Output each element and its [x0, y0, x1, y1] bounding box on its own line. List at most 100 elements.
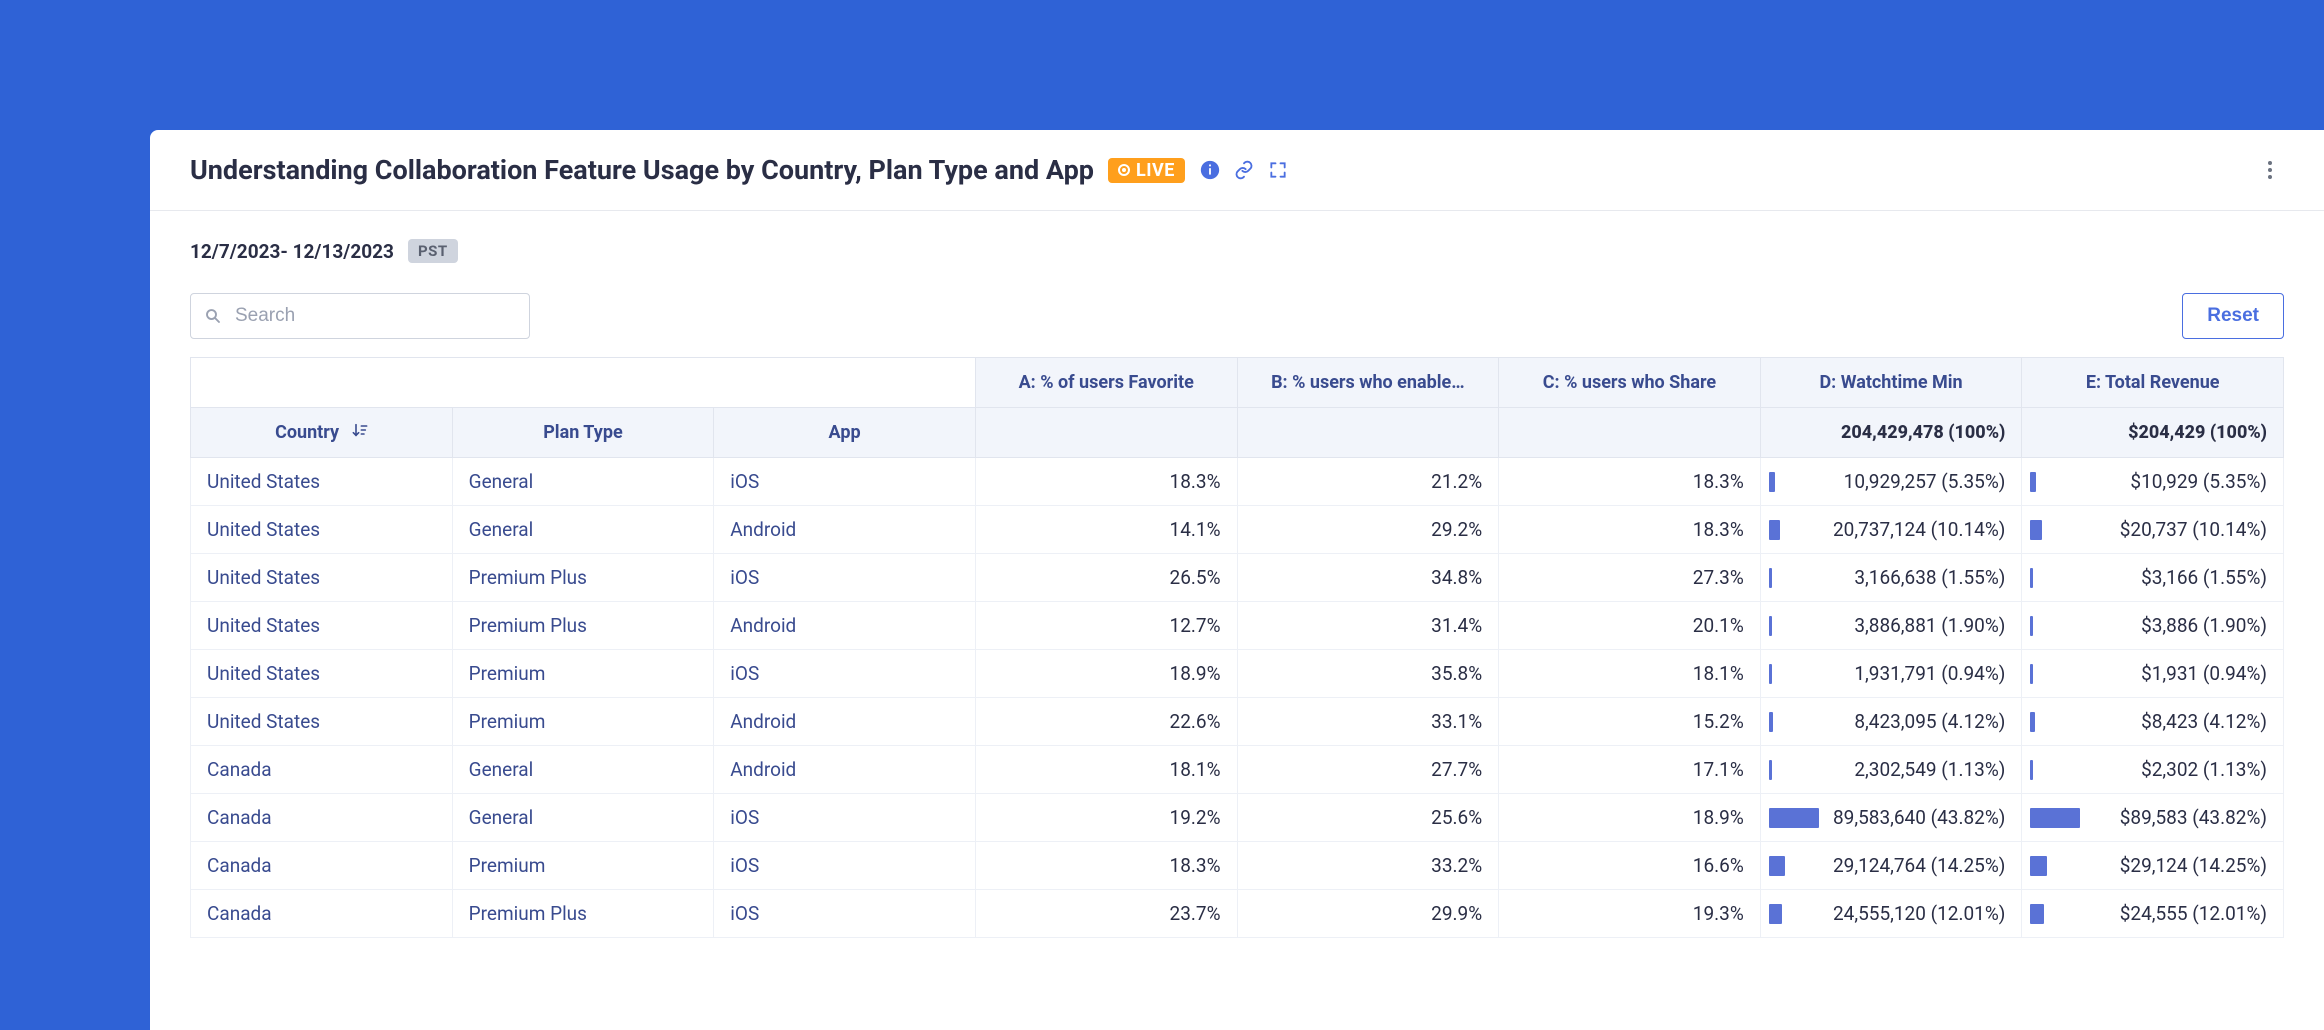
- cell-d-value: 24,555,120 (12.01%): [1833, 902, 2005, 925]
- sub-bar: 12/7/2023- 12/13/2023 PST: [150, 211, 2324, 263]
- cell-a: 23.7%: [975, 890, 1237, 938]
- sort-desc-icon: [352, 423, 368, 442]
- col-e-summary: $204,429 (100%): [2022, 408, 2284, 458]
- cell-c: 17.1%: [1499, 746, 1761, 794]
- cell-app: iOS: [714, 650, 976, 698]
- metric-bar: [2030, 760, 2033, 780]
- cell-b: 29.9%: [1237, 890, 1499, 938]
- table-row[interactable]: CanadaPremium PlusiOS23.7%29.9%19.3%24,5…: [191, 890, 2284, 938]
- cell-e-value: $24,555 (12.01%): [2120, 902, 2267, 925]
- data-table-wrap: A: % of users Favorite B: % users who en…: [150, 357, 2324, 938]
- col-plan-header[interactable]: Plan Type: [452, 408, 714, 458]
- cell-country: Canada: [191, 890, 453, 938]
- link-icon[interactable]: [1233, 159, 1255, 181]
- metric-bar: [2030, 472, 2036, 492]
- date-range: 12/7/2023- 12/13/2023 PST: [190, 239, 2284, 263]
- cell-e-value: $20,737 (10.14%): [2120, 518, 2267, 541]
- col-d-header[interactable]: D: Watchtime Min: [1760, 358, 2022, 408]
- col-b-header[interactable]: B: % users who enable…: [1237, 358, 1499, 408]
- cell-country: Canada: [191, 746, 453, 794]
- cell-plan: Premium: [452, 698, 714, 746]
- cell-b: 21.2%: [1237, 458, 1499, 506]
- cell-e-value: $3,166 (1.55%): [2141, 566, 2267, 589]
- col-b-summary: [1237, 408, 1499, 458]
- table-row[interactable]: CanadaGeneraliOS19.2%25.6%18.9%89,583,64…: [191, 794, 2284, 842]
- cell-b: 33.1%: [1237, 698, 1499, 746]
- cell-plan: General: [452, 794, 714, 842]
- cell-country: United States: [191, 554, 453, 602]
- cell-app: Android: [714, 602, 976, 650]
- table-row[interactable]: United StatesPremium PlusiOS26.5%34.8%27…: [191, 554, 2284, 602]
- search-wrap: [190, 293, 530, 339]
- reset-button[interactable]: Reset: [2182, 293, 2284, 339]
- cell-country: United States: [191, 458, 453, 506]
- metric-bar: [2030, 856, 2046, 876]
- col-d-summary: 204,429,478 (100%): [1760, 408, 2022, 458]
- cell-d-value: 1,931,791 (0.94%): [1854, 662, 2005, 685]
- cell-d: 8,423,095 (4.12%): [1760, 698, 2022, 746]
- cell-plan: Premium Plus: [452, 554, 714, 602]
- cell-d-value: 2,302,549 (1.13%): [1854, 758, 2005, 781]
- col-country-header[interactable]: Country: [191, 408, 453, 458]
- search-input[interactable]: [190, 293, 530, 339]
- cell-c: 18.1%: [1499, 650, 1761, 698]
- cell-c: 15.2%: [1499, 698, 1761, 746]
- cell-d-value: 3,166,638 (1.55%): [1854, 566, 2005, 589]
- cell-e: $20,737 (10.14%): [2022, 506, 2284, 554]
- cell-c: 27.3%: [1499, 554, 1761, 602]
- search-icon: [204, 307, 222, 325]
- cell-d-value: 29,124,764 (14.25%): [1833, 854, 2005, 877]
- metric-bar: [1769, 808, 1819, 828]
- table-row[interactable]: United StatesGeneraliOS18.3%21.2%18.3%10…: [191, 458, 2284, 506]
- table-row[interactable]: United StatesGeneralAndroid14.1%29.2%18.…: [191, 506, 2284, 554]
- cell-a: 14.1%: [975, 506, 1237, 554]
- cell-d-value: 89,583,640 (43.82%): [1833, 806, 2005, 829]
- col-c-summary: [1499, 408, 1761, 458]
- cell-plan: Premium: [452, 842, 714, 890]
- col-e-header[interactable]: E: Total Revenue: [2022, 358, 2284, 408]
- live-dot-icon: [1118, 164, 1130, 176]
- dim-blank-header: [191, 358, 976, 408]
- table-row[interactable]: CanadaGeneralAndroid18.1%27.7%17.1%2,302…: [191, 746, 2284, 794]
- cell-e: $10,929 (5.35%): [2022, 458, 2284, 506]
- cell-plan: General: [452, 506, 714, 554]
- cell-b: 34.8%: [1237, 554, 1499, 602]
- cell-a: 18.3%: [975, 842, 1237, 890]
- metric-bar: [2030, 712, 2035, 732]
- cell-plan: Premium Plus: [452, 890, 714, 938]
- metric-bar: [2030, 616, 2033, 636]
- cell-e-value: $89,583 (43.82%): [2120, 806, 2267, 829]
- live-label: LIVE: [1136, 160, 1175, 181]
- more-menu-icon[interactable]: [2256, 156, 2284, 184]
- cell-e: $2,302 (1.13%): [2022, 746, 2284, 794]
- fullscreen-icon[interactable]: [1267, 159, 1289, 181]
- metric-bar: [2030, 520, 2042, 540]
- info-icon[interactable]: [1199, 159, 1221, 181]
- cell-plan: General: [452, 746, 714, 794]
- cell-plan: Premium Plus: [452, 602, 714, 650]
- cell-d-value: 8,423,095 (4.12%): [1854, 710, 2005, 733]
- col-a-header[interactable]: A: % of users Favorite: [975, 358, 1237, 408]
- cell-app: iOS: [714, 458, 976, 506]
- cell-d: 89,583,640 (43.82%): [1760, 794, 2022, 842]
- cell-e: $3,166 (1.55%): [2022, 554, 2284, 602]
- live-badge: LIVE: [1108, 158, 1185, 183]
- table-row[interactable]: United StatesPremiumiOS18.9%35.8%18.1%1,…: [191, 650, 2284, 698]
- cell-e: $1,931 (0.94%): [2022, 650, 2284, 698]
- metric-bar: [1769, 472, 1775, 492]
- table-row[interactable]: CanadaPremiumiOS18.3%33.2%16.6%29,124,76…: [191, 842, 2284, 890]
- table-row[interactable]: United StatesPremiumAndroid22.6%33.1%15.…: [191, 698, 2284, 746]
- cell-a: 12.7%: [975, 602, 1237, 650]
- cell-d: 24,555,120 (12.01%): [1760, 890, 2022, 938]
- controls-bar: Reset: [150, 263, 2324, 357]
- cell-a: 18.1%: [975, 746, 1237, 794]
- cell-app: iOS: [714, 842, 976, 890]
- cell-c: 18.3%: [1499, 458, 1761, 506]
- cell-c: 18.3%: [1499, 506, 1761, 554]
- report-card: Understanding Collaboration Feature Usag…: [150, 130, 2324, 1030]
- table-row[interactable]: United StatesPremium PlusAndroid12.7%31.…: [191, 602, 2284, 650]
- col-app-header[interactable]: App: [714, 408, 976, 458]
- timezone-badge: PST: [408, 239, 458, 263]
- metric-bar: [1769, 712, 1774, 732]
- col-c-header[interactable]: C: % users who Share: [1499, 358, 1761, 408]
